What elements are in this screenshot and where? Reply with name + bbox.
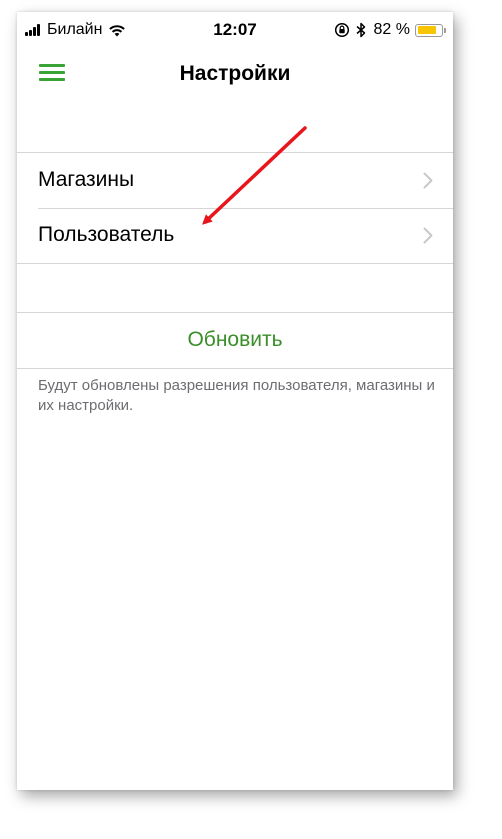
list-item-user[interactable]: Пользователь <box>17 208 453 263</box>
refresh-label: Обновить <box>187 328 283 351</box>
page-title: Настройки <box>179 62 291 85</box>
chevron-right-icon <box>423 227 433 244</box>
chevron-right-icon <box>423 172 433 189</box>
status-bar-right: 82 % <box>334 21 446 39</box>
battery-percent: 82 % <box>373 21 410 38</box>
settings-list: Магазины Пользователь <box>17 152 453 264</box>
battery-level <box>417 26 437 34</box>
list-item-stores[interactable]: Магазины <box>17 153 453 208</box>
refresh-description: Будут обновлены разрешения пользователя,… <box>38 377 435 414</box>
list-item-label: Пользователь <box>38 223 175 246</box>
bluetooth-icon <box>356 22 365 38</box>
rotation-lock-icon <box>334 22 349 38</box>
navigation-bar: Настройки <box>17 50 453 98</box>
battery-icon <box>415 23 446 37</box>
battery-cap <box>444 27 446 33</box>
phone-screen: Билайн 12:07 82 % Настройки Магазины Пол… <box>17 12 453 790</box>
refresh-button[interactable]: Обновить <box>17 312 453 369</box>
status-bar: Билайн 12:07 82 % <box>17 12 453 50</box>
list-item-label: Магазины <box>38 168 135 191</box>
